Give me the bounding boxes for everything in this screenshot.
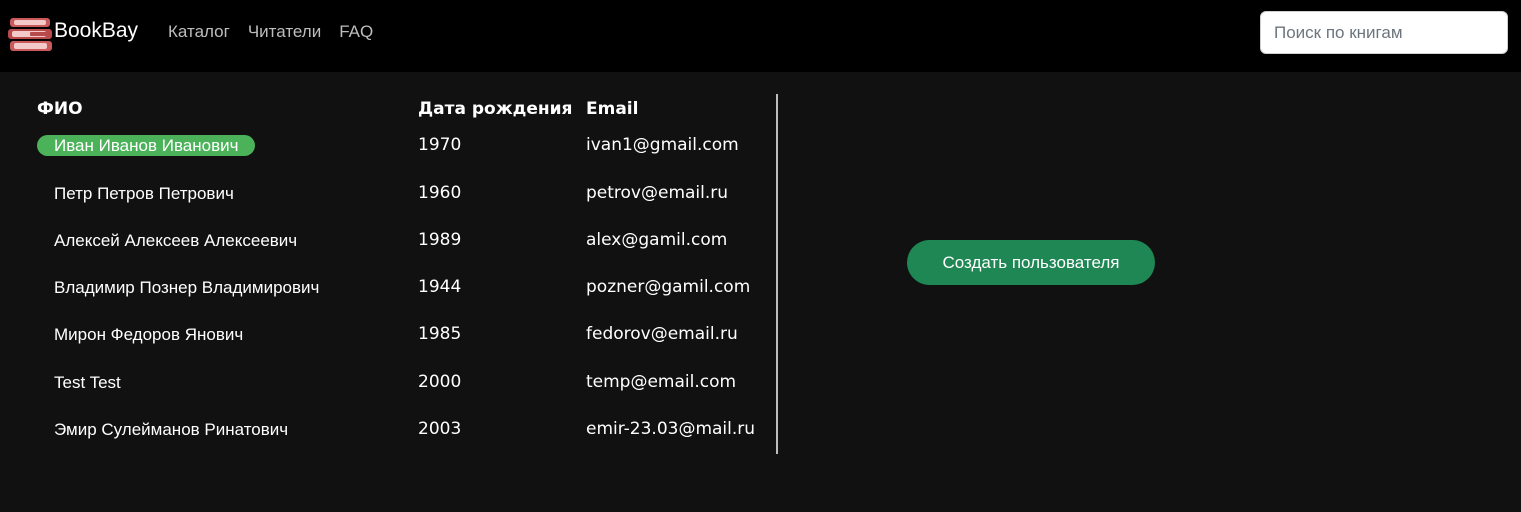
- reader-birth-year: 2003: [418, 419, 462, 439]
- book-stack-icon: [8, 18, 52, 51]
- table-row[interactable]: Иван Иванов Иванович 1970 ivan1@gmail.co…: [0, 135, 770, 159]
- reader-name[interactable]: Мирон Федоров Янович: [37, 324, 260, 345]
- reader-birth-year: 2000: [418, 372, 462, 392]
- table-row[interactable]: Эмир Сулейманов Ринатович 2003 emir-23.0…: [0, 419, 770, 443]
- nav-link-faq[interactable]: FAQ: [339, 22, 373, 42]
- reader-name[interactable]: Test Test: [37, 372, 138, 393]
- reader-email: temp@email.com: [586, 372, 737, 392]
- reader-email: fedorov@email.ru: [586, 324, 738, 344]
- reader-name[interactable]: Владимир Познер Владимирович: [37, 277, 336, 298]
- reader-email: alex@gamil.com: [586, 230, 728, 250]
- reader-birth-year: 1960: [418, 183, 462, 203]
- reader-birth-year: 1985: [418, 324, 462, 344]
- reader-name[interactable]: Петр Петров Петрович: [37, 183, 251, 204]
- table-row[interactable]: Алексей Алексеев Алексеевич 1989 alex@ga…: [0, 230, 770, 254]
- table-row[interactable]: Test Test 2000 temp@email.com: [0, 372, 770, 396]
- reader-email: pozner@gamil.com: [586, 277, 751, 297]
- reader-birth-year: 1970: [418, 135, 462, 155]
- nav-links: Каталог Читатели FAQ: [168, 22, 391, 42]
- reader-birth-year: 1944: [418, 277, 462, 297]
- readers-table: ФИО Дата рождения Email Иван Иванов Иван…: [0, 72, 780, 512]
- column-header-email: Email: [586, 99, 639, 119]
- table-row[interactable]: Владимир Познер Владимирович 1944 pozner…: [0, 277, 770, 301]
- search-input[interactable]: [1260, 11, 1508, 54]
- reader-name[interactable]: Алексей Алексеев Алексеевич: [37, 230, 314, 251]
- brand-name: BookBay: [54, 19, 139, 42]
- nav-link-readers[interactable]: Читатели: [248, 22, 321, 42]
- reader-birth-year: 1989: [418, 230, 462, 250]
- reader-name[interactable]: Иван Иванов Иванович: [37, 135, 256, 156]
- nav-link-catalog[interactable]: Каталог: [168, 22, 230, 42]
- table-row[interactable]: Мирон Федоров Янович 1985 fedorov@email.…: [0, 324, 770, 348]
- reader-email: emir-23.03@mail.ru: [586, 419, 756, 439]
- reader-email: petrov@email.ru: [586, 183, 729, 203]
- reader-email: ivan1@gmail.com: [586, 135, 739, 155]
- reader-name[interactable]: Эмир Сулейманов Ринатович: [37, 419, 305, 440]
- table-row[interactable]: Петр Петров Петрович 1960 petrov@email.r…: [0, 183, 770, 207]
- column-header-name: ФИО: [37, 99, 83, 119]
- vertical-divider: [776, 94, 778, 454]
- top-navbar: BookBay Каталог Читатели FAQ: [0, 0, 1521, 72]
- column-header-birth: Дата рождения: [418, 99, 573, 119]
- brand-link[interactable]: BookBay: [8, 14, 138, 54]
- create-user-button[interactable]: Создать пользователя: [907, 240, 1155, 285]
